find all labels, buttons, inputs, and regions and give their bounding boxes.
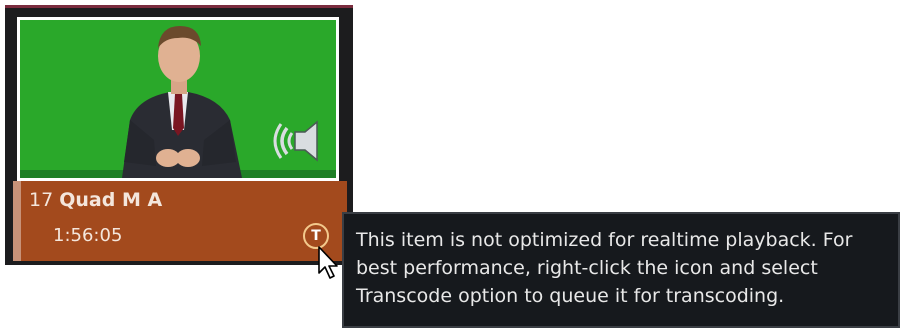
media-title: 17 Quad M A (29, 189, 162, 211)
tooltip-line: best performance, right-click the icon a… (356, 257, 818, 279)
media-number: 17 (29, 189, 54, 211)
transcode-tooltip: This item is not optimized for realtime … (342, 212, 900, 328)
media-thumbnail[interactable] (17, 17, 339, 181)
speaker-icon (273, 120, 318, 162)
tooltip-line: This item is not optimized for realtime … (356, 229, 853, 251)
media-tile[interactable]: 17 Quad M A 1:56:05 T (5, 5, 353, 265)
mouse-cursor-icon (318, 246, 338, 279)
stage: 17 Quad M A 1:56:05 T This item is not o… (0, 0, 904, 329)
media-duration: 1:56:05 (53, 225, 123, 246)
media-info-bar[interactable]: 17 Quad M A 1:56:05 T (13, 181, 347, 261)
tooltip-line: Transcode option to queue it for transco… (356, 285, 785, 307)
media-name: Quad M A (59, 189, 163, 211)
